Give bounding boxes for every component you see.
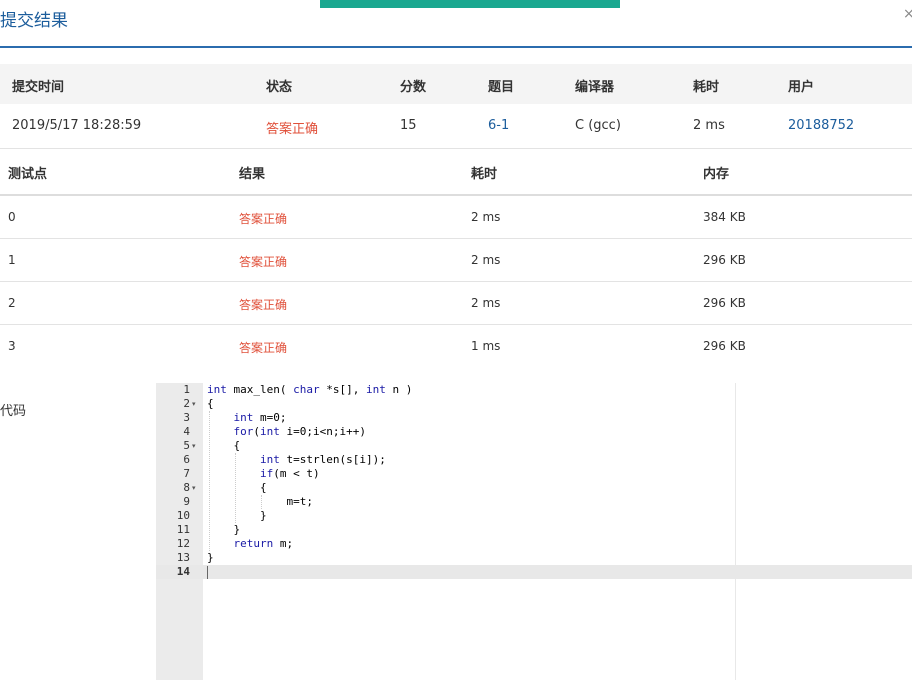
elapsed-value: 2 ms (693, 118, 725, 133)
line-number: 3 (183, 411, 190, 424)
dialog-title: 提交结果 (0, 11, 68, 31)
header-problem: 题目 (488, 80, 515, 95)
testcase-id: 1 (8, 253, 16, 267)
header-result: 结果 (239, 167, 266, 182)
table-row: 0 答案正确 2 ms 384 KB (0, 196, 912, 239)
header-status: 状态 (266, 80, 293, 95)
testcase-result: 答案正确 (239, 255, 288, 269)
testcase-time: 2 ms (471, 210, 501, 224)
header-score: 分数 (400, 80, 427, 95)
submit-time: 2019/5/17 18:28:59 (12, 118, 142, 133)
code-line: int max_len( char *s[], int n ) (207, 383, 413, 396)
close-icon[interactable]: × (903, 6, 912, 22)
header-compiler: 编译器 (575, 80, 615, 95)
line-number: 5 (183, 439, 190, 452)
testcase-time: 2 ms (471, 253, 501, 267)
testcase-id: 0 (8, 210, 16, 224)
code-line: { (207, 439, 241, 452)
testcase-id: 3 (8, 339, 16, 353)
user-link[interactable]: 20188752 (788, 118, 854, 133)
line-number: 10 (176, 509, 190, 522)
line-number: 14 (176, 565, 190, 578)
header-memory: 内存 (703, 167, 730, 182)
testcase-memory: 296 KB (703, 296, 746, 310)
line-number: 1 (183, 383, 190, 396)
testcase-header-row: 测试点 结果 耗时 内存 (0, 149, 912, 196)
header-time: 耗时 (471, 167, 498, 182)
top-accent-bar (320, 0, 620, 8)
line-number: 9 (183, 495, 190, 508)
code-line: } (207, 523, 241, 536)
line-number: 12 (176, 537, 190, 550)
fold-arrow-icon[interactable]: ▾ (192, 439, 196, 453)
header-elapsed: 耗时 (693, 80, 720, 95)
code-line: { (207, 481, 267, 494)
line-number: 13 (176, 551, 190, 564)
problem-link[interactable]: 6-1 (488, 118, 509, 133)
fold-arrow-icon[interactable]: ▾ (192, 397, 196, 411)
testcase-memory: 384 KB (703, 210, 746, 224)
title-divider (0, 46, 912, 48)
header-testcase: 测试点 (8, 167, 48, 182)
score-value: 15 (400, 118, 417, 133)
testcase-memory: 296 KB (703, 339, 746, 353)
code-line: if(m < t) (259, 467, 320, 480)
active-line-highlight (156, 565, 912, 579)
text-cursor (207, 566, 208, 579)
fold-arrow-icon[interactable]: ▾ (192, 481, 196, 495)
code-line: { (207, 397, 214, 410)
print-margin (735, 383, 736, 680)
line-number: 4 (183, 425, 190, 438)
code-line: } (207, 509, 267, 522)
line-number: 8 (183, 481, 190, 494)
code-line: m=t; (207, 495, 313, 508)
code-line: int m=0; (233, 411, 287, 424)
code-line: int t=strlen(s[i]); (259, 453, 386, 466)
testcase-memory: 296 KB (703, 253, 746, 267)
line-number: 11 (176, 523, 190, 536)
status-text: 答案正确 (266, 122, 319, 137)
code-line: return m; (233, 537, 294, 550)
testcase-result: 答案正确 (239, 212, 288, 226)
line-number: 7 (183, 467, 190, 480)
header-user: 用户 (788, 80, 815, 95)
summary-header-row: 提交时间 状态 分数 题目 编译器 耗时 用户 (0, 64, 912, 104)
code-section-label: 代码 (0, 404, 27, 419)
line-number: 2 (183, 397, 190, 410)
summary-row: 2019/5/17 18:28:59 答案正确 15 6-1 C (gcc) 2… (0, 104, 912, 149)
testcase-time: 2 ms (471, 296, 501, 310)
table-row: 3 答案正确 1 ms 296 KB (0, 325, 912, 367)
table-row: 2 答案正确 2 ms 296 KB (0, 282, 912, 325)
header-submit-time: 提交时间 (12, 80, 65, 95)
code-line: } (207, 551, 214, 564)
testcase-result: 答案正确 (239, 341, 288, 355)
code-line: for(int i=0;i<n;i++) (233, 425, 366, 438)
testcase-time: 1 ms (471, 339, 501, 353)
testcase-id: 2 (8, 296, 16, 310)
line-number: 6 (183, 453, 190, 466)
compiler-value: C (gcc) (575, 118, 621, 133)
testcase-result: 答案正确 (239, 298, 288, 312)
table-row: 1 答案正确 2 ms 296 KB (0, 239, 912, 282)
